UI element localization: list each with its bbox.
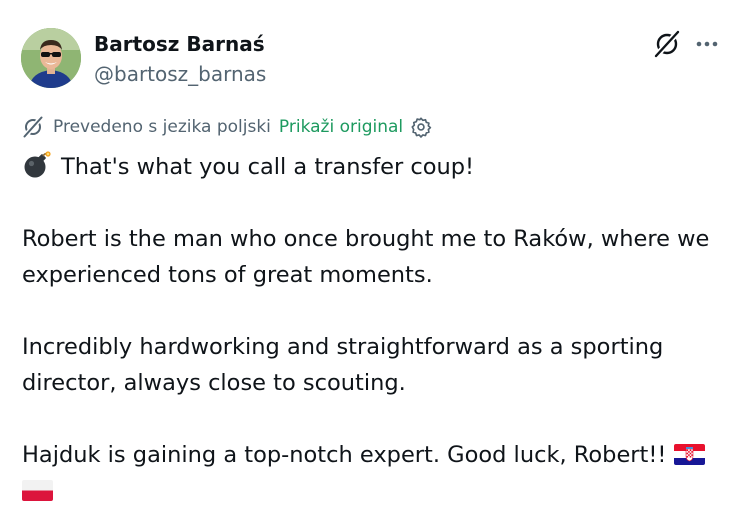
translate-icon bbox=[23, 116, 43, 138]
post-paragraph-4-text: Hajduk is gaining a top-notch expert. Go… bbox=[22, 442, 667, 468]
avatar[interactable] bbox=[21, 28, 81, 88]
post-line-1: That's what you call a transfer coup! bbox=[22, 149, 722, 185]
post-paragraph-2: Robert is the man who once brought me to… bbox=[22, 226, 710, 288]
translation-row: Prevedeno s jezika poljski Prikaži origi… bbox=[22, 114, 432, 140]
translation-notice: Prevedeno s jezika poljski bbox=[53, 117, 271, 137]
author-name[interactable]: Bartosz Barnaś bbox=[94, 32, 265, 56]
more-icon[interactable] bbox=[692, 32, 722, 56]
post-paragraph-4-flag-line bbox=[22, 473, 722, 509]
gear-icon[interactable] bbox=[410, 116, 432, 138]
poland-flag bbox=[22, 480, 53, 501]
avatar-image bbox=[21, 28, 81, 88]
post-text: That's what you call a transfer coup! Ro… bbox=[22, 149, 722, 509]
grok-icon[interactable] bbox=[652, 29, 682, 59]
post-paragraph-4: Hajduk is gaining a top-notch expert. Go… bbox=[22, 437, 722, 473]
bomb-emoji bbox=[24, 151, 51, 178]
post-paragraph-3: Incredibly hardworking and straightforwa… bbox=[22, 334, 664, 396]
author-handle[interactable]: @bartosz_barnas bbox=[94, 62, 266, 86]
post-line-1-text: That's what you call a transfer coup! bbox=[61, 154, 475, 180]
croatia-flag bbox=[673, 444, 705, 465]
show-original-link[interactable]: Prikaži original bbox=[279, 117, 403, 137]
